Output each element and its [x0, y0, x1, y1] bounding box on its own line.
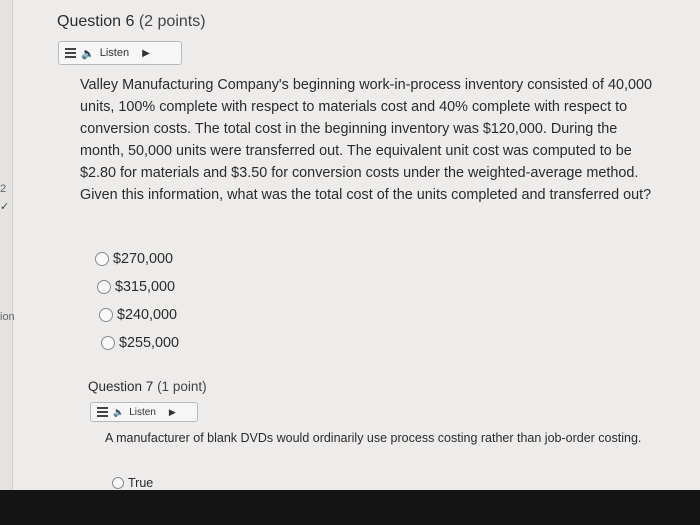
left-panel-strip	[0, 0, 13, 490]
option-255000[interactable]: $255,000	[101, 335, 179, 351]
option-true[interactable]: True	[112, 476, 153, 490]
option-label: $240,000	[117, 307, 178, 323]
question-7-points: (1 point)	[157, 379, 207, 394]
question-6-listen-bar[interactable]: 🔈 Listen ▶	[58, 41, 182, 65]
option-315000[interactable]: $315,000	[97, 279, 175, 295]
option-270000[interactable]: $270,000	[95, 251, 173, 267]
option-label: $315,000	[115, 279, 176, 295]
option-240000[interactable]: $240,000	[99, 307, 177, 323]
question-6-heading: Question 6	[57, 13, 135, 30]
radio-button[interactable]	[101, 336, 115, 350]
radio-button[interactable]	[95, 252, 109, 266]
radio-button[interactable]	[97, 280, 111, 294]
play-icon[interactable]: ▶	[142, 48, 150, 59]
radio-button[interactable]	[99, 308, 113, 322]
side-label: ion	[0, 311, 15, 323]
question-6-text: Valley Manufacturing Company's beginning…	[80, 77, 653, 203]
radio-button[interactable]	[112, 477, 124, 489]
question-7-text: A manufacturer of blank DVDs would ordin…	[105, 431, 642, 445]
question-6-title: Question 6 (2 points)	[57, 13, 206, 31]
question-7-listen-bar[interactable]: 🔈 Listen ▶	[90, 402, 198, 422]
option-label: $270,000	[113, 251, 174, 267]
menu-icon[interactable]	[97, 407, 108, 417]
speaker-icon: 🔈	[113, 406, 125, 417]
option-label: $255,000	[119, 335, 180, 351]
question-7-heading: Question 7	[88, 379, 154, 394]
speaker-icon: 🔈	[81, 47, 95, 60]
side-question-number[interactable]: 2	[0, 183, 6, 195]
listen-label[interactable]: Listen	[100, 47, 129, 59]
play-icon[interactable]: ▶	[169, 407, 176, 418]
question-7-title: Question 7 (1 point)	[88, 379, 207, 394]
menu-icon[interactable]	[65, 48, 76, 58]
question-6-points: (2 points)	[138, 13, 206, 30]
screen-bottom-bezel	[0, 490, 700, 525]
option-label: True	[128, 476, 154, 490]
side-check-icon: ✓	[0, 201, 10, 213]
listen-label[interactable]: Listen	[129, 407, 156, 418]
